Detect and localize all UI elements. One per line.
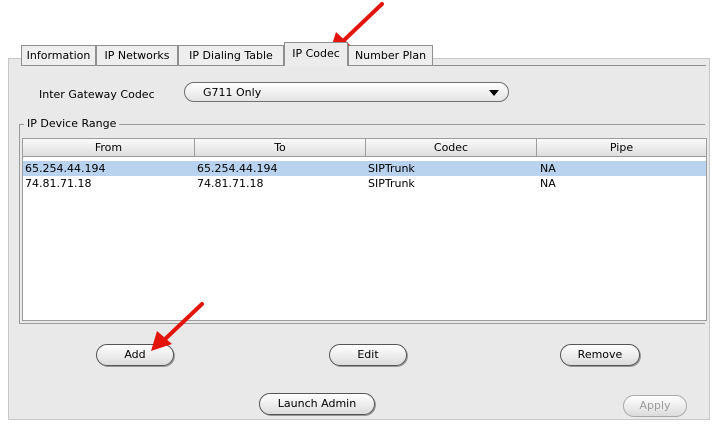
cell-from: 65.254.44.194 [25,162,106,175]
cell-to: 74.81.71.18 [197,177,264,190]
cell-codec: SIPTrunk [368,162,415,175]
cell-pipe: NA [540,177,556,190]
table-row[interactable]: 65.254.44.194 65.254.44.194 SIPTrunk NA [23,161,706,176]
codec-select[interactable]: G711 Only [184,82,509,102]
column-header-pipe[interactable]: Pipe [537,139,706,157]
cell-codec: SIPTrunk [368,177,415,190]
tab-ip-dialing-table[interactable]: IP Dialing Table [178,45,284,65]
annotation-arrow-icon [151,302,204,351]
device-range-table: From To Codec Pipe 65.254.44.194 65.254.… [22,138,707,321]
apply-button[interactable]: Apply [623,395,687,417]
column-header-from[interactable]: From [23,139,195,157]
launch-admin-button[interactable]: Launch Admin [259,393,375,415]
column-header-to[interactable]: To [195,139,366,157]
remove-button[interactable]: Remove [560,344,640,366]
column-header-codec[interactable]: Codec [366,139,537,157]
table-row[interactable]: 74.81.71.18 74.81.71.18 SIPTrunk NA [23,176,706,191]
codec-label: Inter Gateway Codec [39,88,155,101]
tab-ip-networks[interactable]: IP Networks [96,45,178,65]
tab-information[interactable]: Information [21,45,96,65]
cell-to: 65.254.44.194 [197,162,278,175]
cell-from: 74.81.71.18 [25,177,92,190]
chevron-down-icon [489,90,499,96]
cell-pipe: NA [540,162,556,175]
device-range-legend: IP Device Range [24,117,120,130]
edit-button[interactable]: Edit [329,344,407,366]
tab-ip-codec[interactable]: IP Codec [284,42,348,66]
codec-selected-value: G711 Only [203,86,262,99]
